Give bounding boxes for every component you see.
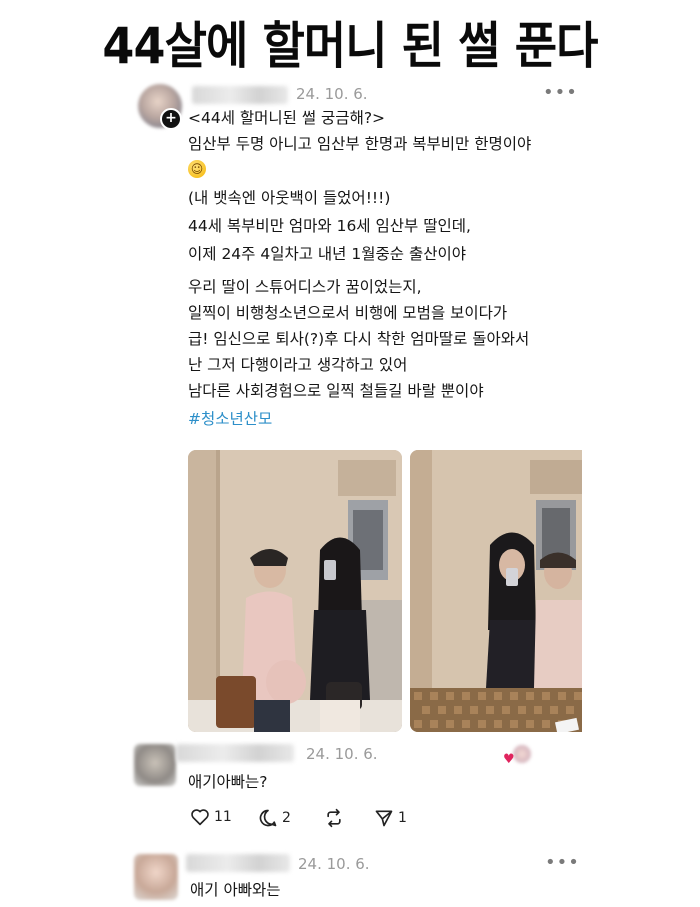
comment1-author-name[interactable] [176,744,294,762]
more-icon[interactable]: ••• [545,852,580,873]
post-line: (내 뱃속엔 아웃백이 들었어!!!) [188,189,391,207]
mirror-selfie-image-2 [410,450,582,732]
post-line: 난 그저 다행이라고 생각하고 있어 [188,356,408,374]
mirror-selfie-image-1 [188,450,402,732]
headline: 44살에 할머니 된 썰 푼다 [102,17,598,75]
reply-count: 2 [282,810,291,826]
comment1-author-avatar[interactable] [134,744,176,786]
screenshot: 44살에 할머니 된 썰 푼다 + 24. 10. 6. ••• <44세 할머… [0,0,700,907]
heart-badge-icon: ♥ [503,752,515,767]
post-line: 우리 딸이 스튜어디스가 꿈이었는지, [188,278,422,296]
comment2-author-avatar[interactable] [134,854,178,900]
post-line: 이제 24주 4일차고 내년 1월중순 출산이야 [188,245,466,263]
like-button[interactable]: 11 [190,808,232,826]
follow-plus-icon[interactable]: + [160,108,182,130]
post-photo-1[interactable] [188,450,402,732]
more-icon[interactable]: ••• [543,82,578,103]
repost-icon [327,808,341,828]
comment1-date: 24. 10. 6. [306,745,378,763]
comment2-text: 애기 아빠와는 [190,881,281,899]
post-author-name[interactable] [192,86,288,104]
comment-icon [259,809,277,827]
heart-icon [191,809,209,826]
post-line: 임산부 두명 아니고 임산부 한명과 복부비만 한명이야 [188,135,532,153]
comment1-text: 애기아빠는? [188,773,268,791]
repost-button[interactable] [324,808,344,828]
post-line: <44세 할머니된 썰 궁금해?> [188,109,386,127]
like-count: 11 [214,809,232,825]
post-date: 24. 10. 6. [296,85,368,103]
post-body: <44세 할머니된 썰 궁금해?> 임산부 두명 아니고 임산부 한명과 복부비… [188,106,588,431]
post-line: 44세 복부비만 엄마와 16세 임산부 딸인데, [188,217,471,235]
post-line: 일찍이 비행청소년으로서 비행에 모범을 보이다가 [188,304,508,322]
rofl-emoji-icon: ☺ [188,159,206,178]
comment2-date: 24. 10. 6. [298,855,370,873]
post-line: 급! 임신으로 퇴사(?)후 다시 착한 엄마딸로 돌아와서 [188,330,530,348]
emoji-line: ☺ [188,156,588,180]
send-icon [375,810,393,827]
send-button[interactable]: 1 [374,808,407,828]
hashtag-link[interactable]: #청소년산모 [188,407,588,431]
reply-button[interactable]: 2 [258,808,291,828]
post-line: 남다른 사회경험으로 일찍 철들길 바랄 뿐이야 [188,382,484,400]
comment2-author-name[interactable] [186,854,290,872]
liked-by-author-avatar [513,745,531,763]
send-count: 1 [398,810,407,826]
post-photo-2[interactable] [410,450,582,732]
